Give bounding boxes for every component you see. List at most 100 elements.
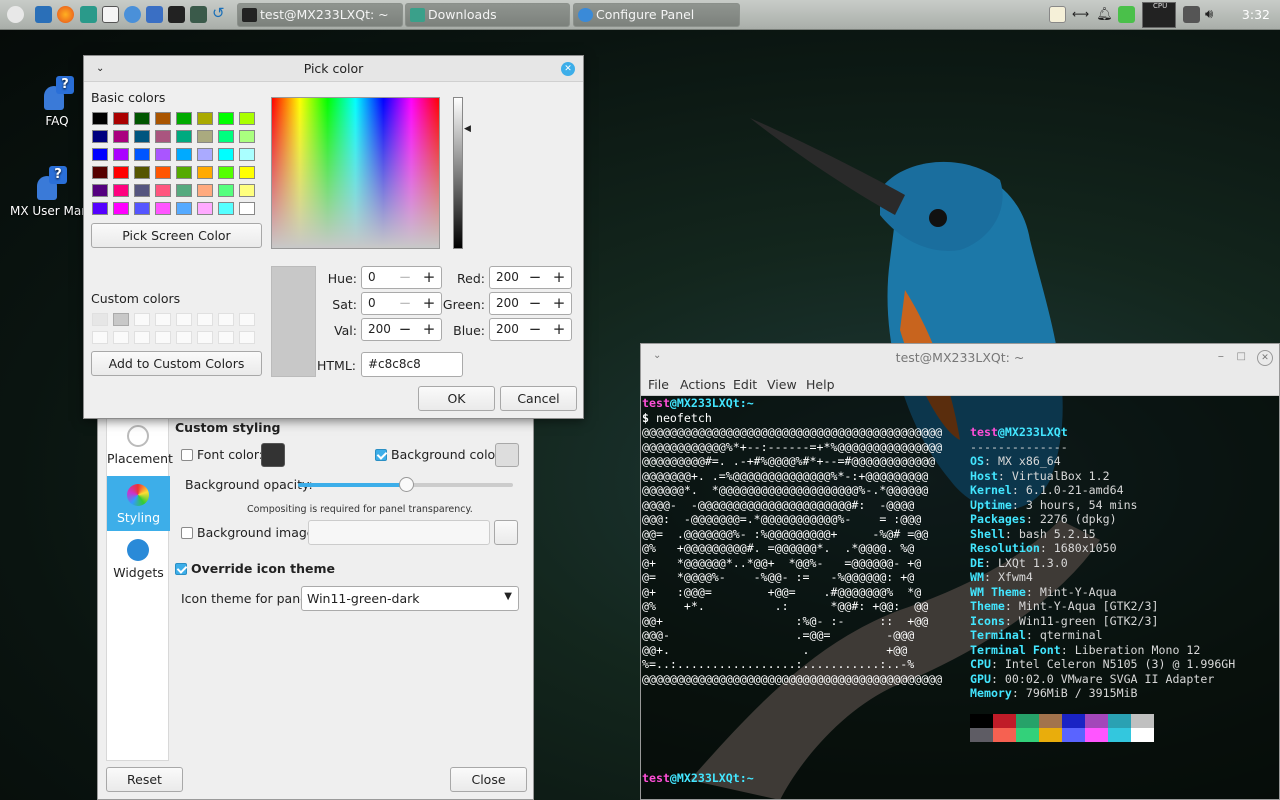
sidebar-item-styling[interactable]: Styling — [107, 476, 170, 531]
window-menu-chevron-icon[interactable]: ⌄ — [96, 56, 104, 82]
network-transfer-icon[interactable]: ⟷ — [1072, 6, 1089, 23]
desktop-icon-user-manual[interactable]: ? MX User Manual — [10, 166, 90, 218]
font-color-checkbox[interactable] — [181, 449, 193, 461]
basic-color-swatch[interactable] — [218, 112, 234, 125]
basic-color-swatch[interactable] — [113, 148, 129, 161]
opacity-slider-handle[interactable] — [398, 477, 414, 492]
minus-icon[interactable]: − — [393, 293, 417, 314]
ok-button[interactable]: OK — [418, 386, 495, 411]
basic-color-swatch[interactable] — [197, 184, 213, 197]
basic-color-swatch[interactable] — [197, 166, 213, 179]
blue-spinbox[interactable]: 200− + — [489, 318, 572, 341]
file-manager-icon[interactable] — [80, 6, 97, 23]
basic-color-swatch[interactable] — [134, 202, 150, 215]
background-image-field[interactable] — [308, 520, 490, 545]
sidebar-item-widgets[interactable]: Widgets — [107, 531, 170, 586]
basic-color-swatch[interactable] — [197, 202, 213, 215]
basic-color-swatch[interactable] — [92, 130, 108, 143]
red-spinbox[interactable]: 200− + — [489, 266, 572, 289]
custom-color-swatch[interactable] — [134, 313, 150, 326]
basic-color-swatch[interactable] — [113, 130, 129, 143]
task-configure-panel[interactable]: Configure Panel — [573, 3, 740, 27]
basic-color-swatch[interactable] — [218, 130, 234, 143]
basic-color-swatch[interactable] — [239, 130, 255, 143]
override-icon-theme-checkbox[interactable] — [175, 563, 187, 575]
basic-color-swatch[interactable] — [218, 166, 234, 179]
settings-icon[interactable] — [124, 6, 141, 23]
basic-color-swatch[interactable] — [176, 166, 192, 179]
basic-color-swatch[interactable] — [155, 148, 171, 161]
minus-icon[interactable]: − — [523, 319, 547, 340]
package-installer-icon[interactable] — [146, 6, 163, 23]
basic-color-swatch[interactable] — [134, 184, 150, 197]
custom-color-swatch[interactable] — [197, 313, 213, 326]
basic-color-swatch[interactable] — [113, 202, 129, 215]
basic-color-swatch[interactable] — [113, 166, 129, 179]
basic-color-swatch[interactable] — [197, 148, 213, 161]
menu-actions[interactable]: Actions — [680, 377, 726, 392]
volume-icon[interactable]: 🔊︎ — [1205, 6, 1222, 23]
custom-color-swatch[interactable] — [176, 313, 192, 326]
custom-color-swatch[interactable] — [239, 313, 255, 326]
basic-color-swatch[interactable] — [92, 112, 108, 125]
hue-saturation-picker[interactable] — [271, 97, 440, 249]
browse-image-button[interactable] — [494, 520, 518, 545]
basic-color-swatch[interactable] — [155, 184, 171, 197]
basic-color-swatch[interactable] — [197, 130, 213, 143]
basic-color-swatch[interactable] — [239, 202, 255, 215]
terminal-output[interactable]: test@MX233LXQt:~ $ neofetch @@@@@@@@@@@@… — [641, 396, 1279, 799]
value-slider[interactable] — [453, 97, 463, 249]
menu-file[interactable]: File — [648, 377, 669, 392]
basic-color-swatch[interactable] — [218, 184, 234, 197]
custom-color-swatch[interactable] — [176, 331, 192, 344]
custom-color-swatch[interactable] — [155, 313, 171, 326]
basic-color-swatch[interactable] — [155, 130, 171, 143]
basic-color-swatch[interactable] — [239, 112, 255, 125]
task-downloads[interactable]: Downloads — [405, 3, 570, 27]
custom-color-swatch[interactable] — [92, 313, 108, 326]
basic-color-swatch[interactable] — [176, 184, 192, 197]
basic-color-swatch[interactable] — [155, 166, 171, 179]
text-editor-icon[interactable] — [102, 6, 119, 23]
custom-color-swatch[interactable] — [134, 331, 150, 344]
custom-color-swatch[interactable] — [197, 331, 213, 344]
basic-color-swatch[interactable] — [176, 148, 192, 161]
menu-icon[interactable] — [7, 6, 24, 23]
removable-drive-icon[interactable] — [1183, 6, 1200, 23]
minus-icon[interactable]: − — [393, 319, 417, 340]
task-terminal[interactable]: test@MX233LXQt: ~ — [237, 3, 403, 27]
firefox-icon[interactable] — [57, 6, 74, 23]
basic-color-swatch[interactable] — [92, 148, 108, 161]
basic-color-swatch[interactable] — [92, 184, 108, 197]
minimize-icon[interactable]: – — [1218, 342, 1224, 370]
clock[interactable]: 3:32 — [1242, 7, 1270, 22]
maximize-icon[interactable]: □ — [1237, 343, 1246, 371]
package-cube-icon[interactable] — [1118, 6, 1135, 23]
notification-bell-icon[interactable]: 🔔︎ — [1096, 6, 1113, 23]
basic-color-swatch[interactable] — [218, 202, 234, 215]
basic-color-swatch[interactable] — [155, 112, 171, 125]
update-icon[interactable]: ↺ — [212, 6, 229, 23]
basic-color-swatch[interactable] — [176, 130, 192, 143]
background-image-checkbox[interactable] — [181, 527, 193, 539]
menu-view[interactable]: View — [767, 377, 797, 392]
custom-color-swatch[interactable] — [155, 331, 171, 344]
basic-color-swatch[interactable] — [239, 184, 255, 197]
reset-button[interactable]: Reset — [106, 767, 183, 792]
basic-color-swatch[interactable] — [239, 148, 255, 161]
close-icon[interactable]: ✕ — [1257, 350, 1273, 366]
basic-color-swatch[interactable] — [176, 202, 192, 215]
cancel-button[interactable]: Cancel — [500, 386, 577, 411]
basic-color-swatch[interactable] — [134, 166, 150, 179]
html-input[interactable]: #c8c8c8 — [361, 352, 463, 377]
basic-color-swatch[interactable] — [197, 112, 213, 125]
background-color-button[interactable] — [495, 443, 519, 467]
add-custom-colors-button[interactable]: Add to Custom Colors — [91, 351, 262, 376]
custom-color-swatch[interactable] — [218, 331, 234, 344]
clipboard-icon[interactable] — [1049, 6, 1066, 23]
show-desktop-icon[interactable] — [35, 6, 52, 23]
background-color-checkbox[interactable] — [375, 449, 387, 461]
menu-help[interactable]: Help — [806, 377, 835, 392]
plus-icon[interactable]: + — [547, 293, 571, 314]
basic-color-swatch[interactable] — [113, 184, 129, 197]
